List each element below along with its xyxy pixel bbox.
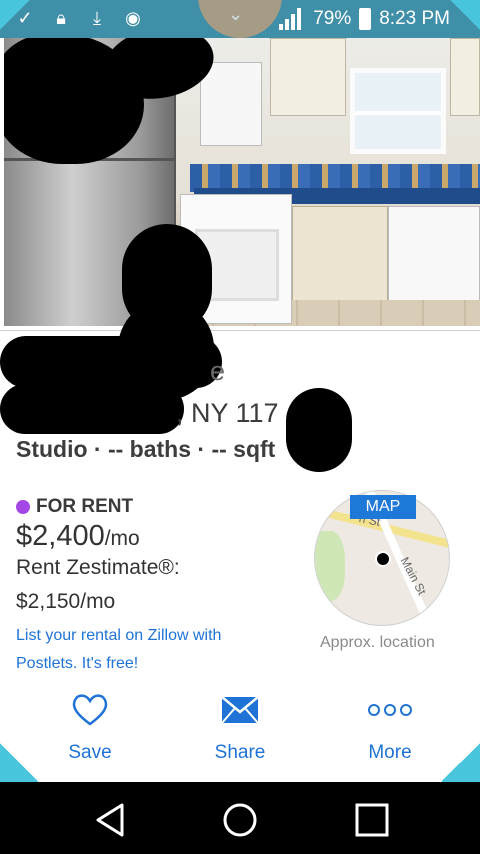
battery-percent: 79% (313, 8, 352, 29)
property-facts: Studio · -- baths · -- sqft (16, 436, 276, 462)
more-dots-icon (368, 704, 412, 716)
photo-microwave (200, 62, 262, 146)
status-bar: ✓ 🔒︎ ⤓ ◉ ⌄ 79% 8:23 PM (0, 0, 480, 38)
redaction-mark (0, 336, 222, 388)
share-button[interactable]: Share (180, 692, 300, 764)
more-button[interactable]: More (330, 692, 450, 764)
signal-icon (279, 8, 305, 30)
notification-icons: ✓ 🔒︎ ⤓ ◉ (14, 7, 144, 29)
action-bar: Save Share More (0, 692, 480, 776)
postlets-promo-link[interactable]: List your rental on Zillow with Postlets… (16, 622, 286, 678)
status-label: FOR RENT (36, 496, 134, 517)
corner-decoration (0, 742, 38, 782)
address-line-2: , NY 117 (176, 398, 279, 428)
listing-photo[interactable] (4, 38, 480, 326)
map-button[interactable]: MAP (350, 495, 416, 519)
heart-icon (72, 694, 108, 726)
price-amount: $2,400 (16, 520, 105, 552)
save-button[interactable]: Save (30, 692, 150, 764)
status-right: 79% 8:23 PM (279, 8, 450, 30)
check-icon: ✓ (17, 8, 33, 28)
envelope-icon (221, 696, 259, 724)
map-park (315, 531, 345, 601)
save-label: Save (68, 742, 112, 763)
share-label: Share (214, 742, 266, 763)
photo-cabinet (450, 38, 480, 116)
redaction-mark (0, 384, 184, 434)
messenger-icon: ◉ (125, 8, 141, 28)
map-caption: Approx. location (320, 634, 435, 651)
listing-status: FOR RENT (16, 496, 133, 518)
price: $2,400/mo (16, 520, 140, 553)
home-icon[interactable] (220, 800, 260, 840)
corner-decoration (450, 0, 480, 30)
price-period: /mo (104, 527, 140, 550)
photo-window (350, 68, 446, 154)
download-icon: ⤓ (93, 8, 101, 28)
corner-decoration (442, 742, 480, 782)
address-line-1: e (210, 356, 226, 386)
recents-icon[interactable] (352, 800, 392, 840)
status-dot-icon (16, 500, 30, 514)
lock-icon: 🔒︎ (56, 8, 66, 28)
redaction-mark (286, 388, 352, 472)
zestimate-label: Rent Zestimate®: (16, 556, 180, 579)
clock: 8:23 PM (379, 8, 450, 29)
battery-icon (359, 8, 372, 30)
back-icon[interactable] (90, 800, 130, 840)
location-pin-icon (375, 551, 391, 567)
photo-cabinet (270, 38, 346, 116)
chevron-down-icon: ⌄ (228, 4, 244, 24)
more-label: More (368, 742, 412, 763)
zestimate-value: $2,150/mo (16, 590, 116, 613)
pull-down-tab[interactable]: ⌄ (198, 0, 282, 38)
divider (0, 330, 480, 331)
navigation-bar (0, 782, 480, 854)
